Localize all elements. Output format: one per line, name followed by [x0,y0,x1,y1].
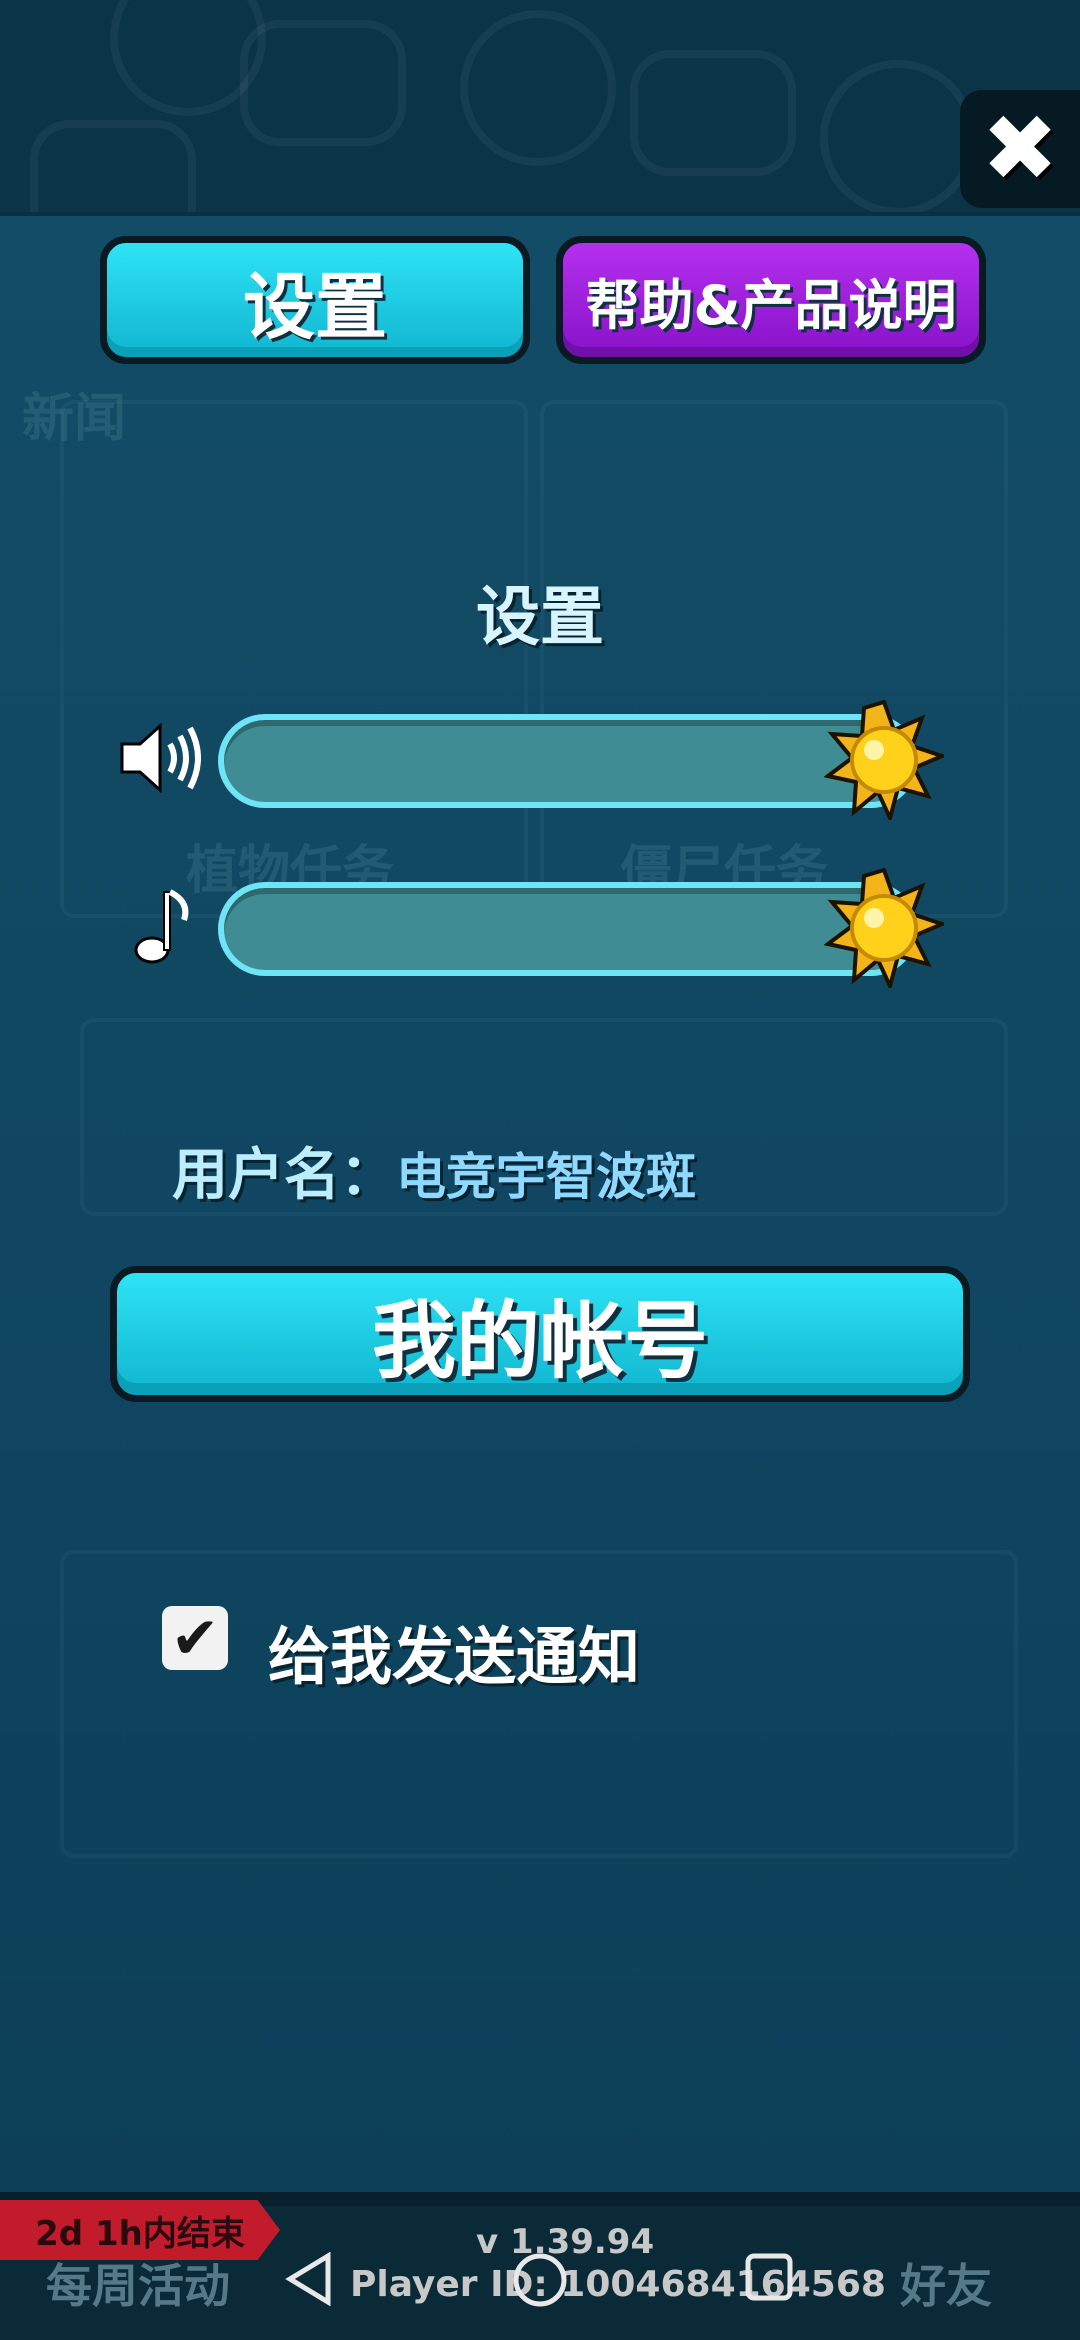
skull-icon [630,50,796,176]
settings-title: 设置 [476,581,604,655]
notify-label: 给我发送通知 [268,1620,641,1693]
sound-volume-slider[interactable] [218,714,918,808]
nav-recents-icon[interactable] [744,2252,794,2306]
friends-label[interactable]: 好友 [900,2250,992,2316]
tab-help[interactable]: 帮助&产品说明 [556,236,986,364]
close-button[interactable]: ✖ [960,90,1080,208]
background-top [0,0,1080,246]
username-row: 用户名：电竞宇智波斑 [172,1130,696,1211]
music-note-icon [134,886,194,970]
checkmark-icon: ✔ [170,1604,220,1672]
notify-checkbox[interactable]: ✔ [162,1604,228,1672]
username-value: 电竞宇智波斑 [396,1148,696,1206]
nav-home-icon[interactable] [512,2252,568,2312]
skull-icon [240,20,406,146]
weekly-events-label[interactable]: 每周活动 [46,2250,230,2316]
close-icon: ✖ [981,95,1059,202]
sound-volume-handle-sun-icon[interactable] [823,699,948,824]
music-volume-handle-sun-icon[interactable] [823,867,948,992]
my-account-button[interactable]: 我的帐号 [110,1266,970,1402]
speaker-icon [118,718,202,802]
player-id-text: Player ID: 1004684164568 [350,2264,886,2305]
username-label: 用户名： [172,1143,396,1208]
tab-settings[interactable]: 设置 [100,236,530,364]
nav-back-icon[interactable] [284,2251,334,2310]
music-volume-slider[interactable] [218,882,918,976]
leaf-icon [460,10,616,166]
leaf-icon [820,60,976,216]
background-card [60,1550,1018,1858]
